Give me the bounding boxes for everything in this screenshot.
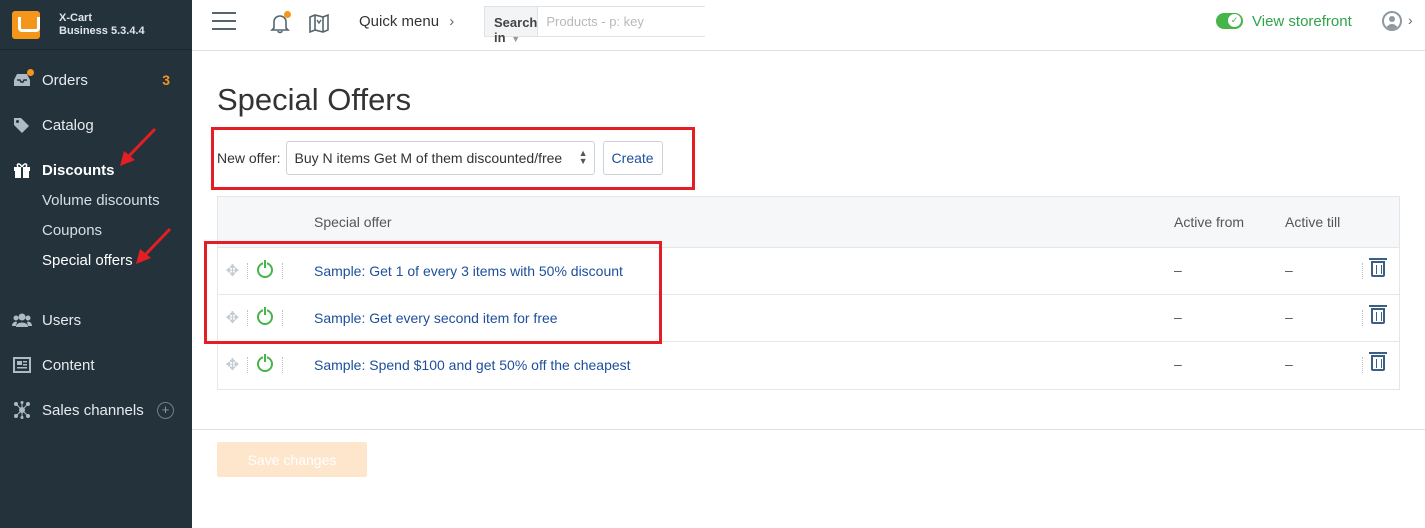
table-row: ✥ Sample: Spend $100 and get 50% off the…	[218, 342, 1399, 389]
storefront-toggle[interactable]	[1216, 13, 1243, 29]
annotation-arrow-special-offers	[136, 227, 172, 264]
page-title: Special Offers	[217, 82, 412, 117]
sidebar-item-label: Catalog	[42, 116, 94, 134]
active-from-value: –	[1174, 356, 1182, 372]
trash-icon[interactable]	[1369, 352, 1387, 371]
sidebar-item-sales-channels[interactable]: Sales channels +	[0, 395, 192, 425]
active-from-value: –	[1174, 262, 1182, 278]
newspaper-icon	[12, 356, 32, 374]
sidebar-item-label: Sales channels	[42, 401, 144, 419]
save-changes-button[interactable]: Save changes	[217, 442, 367, 477]
users-icon	[12, 311, 32, 329]
chevron-right-icon[interactable]: ›	[1408, 12, 1413, 28]
sidebar-item-label: Discounts	[42, 161, 115, 179]
sidebar-item-discounts[interactable]: Discounts	[0, 155, 192, 185]
view-storefront-link[interactable]: View storefront	[1252, 13, 1352, 30]
active-from-value: –	[1174, 309, 1182, 325]
gift-icon	[12, 161, 32, 179]
active-till-value: –	[1285, 309, 1293, 325]
active-till-value: –	[1285, 262, 1293, 278]
notification-dot	[284, 11, 291, 18]
trash-icon[interactable]	[1369, 305, 1387, 324]
sidebar-item-users[interactable]: Users	[0, 305, 192, 335]
drag-handle-icon[interactable]: ✥	[224, 357, 241, 374]
search-input[interactable]	[538, 7, 723, 36]
brand[interactable]: X-Cart Business 5.3.4.4	[0, 0, 192, 50]
column-header-special-offer: Special offer	[314, 214, 392, 230]
xcart-logo	[12, 10, 40, 39]
sidebar-item-label: Orders	[42, 71, 88, 89]
sidebar-item-label: Content	[42, 356, 95, 374]
topbar: Quick menu › Search in ▼ View storefront…	[192, 0, 1425, 51]
search-bar: Search in ▼	[484, 6, 723, 45]
annotation-box-rows	[204, 241, 662, 344]
column-header-active-till[interactable]: Active till	[1285, 214, 1340, 230]
caret-down-icon: ▼	[511, 34, 521, 44]
trash-icon[interactable]	[1369, 258, 1387, 277]
annotation-arrow-discounts	[120, 127, 157, 166]
footer-divider	[192, 429, 1425, 430]
column-header-active-from: Active from	[1174, 214, 1245, 230]
active-till-value: –	[1285, 356, 1293, 372]
app-edition: Business 5.3.4.4	[59, 24, 145, 37]
sidebar-item-volume-discounts[interactable]: Volume discounts	[0, 185, 192, 215]
add-sales-channel-button[interactable]: +	[157, 401, 174, 419]
search-scope-dropdown[interactable]: Search in ▼	[485, 7, 539, 45]
sidebar-item-content[interactable]: Content	[0, 350, 192, 380]
chevron-right-icon: ›	[449, 13, 455, 30]
quick-menu-label: Quick menu	[359, 13, 440, 30]
quick-menu-button[interactable]: Quick menu ›	[359, 13, 454, 30]
annotation-box-new-offer	[211, 127, 695, 190]
orders-notification-dot	[27, 69, 34, 76]
hamburger-menu-icon[interactable]	[212, 12, 236, 32]
sidebar-item-catalog[interactable]: Catalog	[0, 110, 192, 140]
storefront-map-icon[interactable]	[308, 12, 330, 34]
sidebar-item-orders[interactable]: Orders 3	[0, 65, 192, 95]
offer-link[interactable]: Sample: Spend $100 and get 50% off the c…	[314, 357, 631, 373]
tags-icon	[12, 116, 32, 134]
power-toggle-icon[interactable]	[257, 354, 273, 372]
network-icon	[12, 401, 32, 419]
orders-count-badge: 3	[162, 72, 170, 88]
app-name: X-Cart	[59, 11, 93, 24]
user-avatar-icon[interactable]	[1382, 11, 1402, 31]
sidebar-item-label: Users	[42, 311, 82, 329]
